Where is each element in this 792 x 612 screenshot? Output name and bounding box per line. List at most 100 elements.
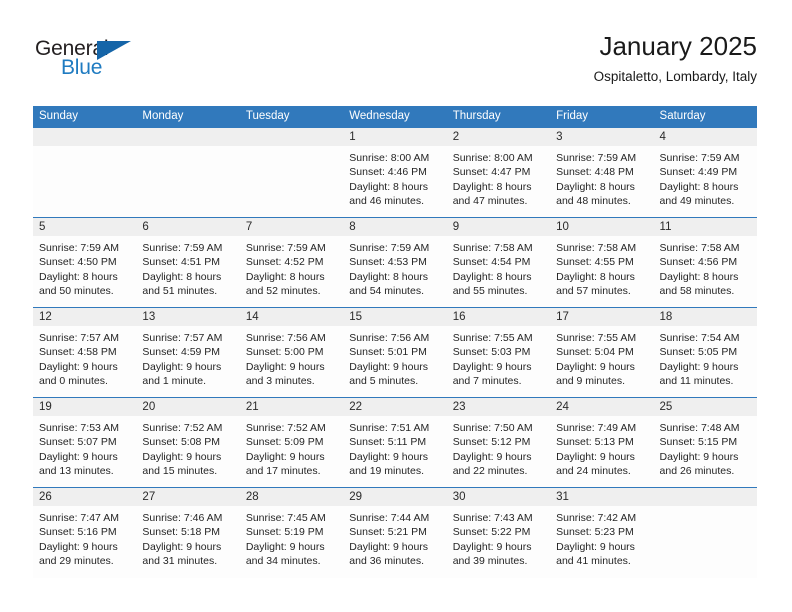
- day-details: Sunrise: 7:44 AM Sunset: 5:21 PM Daylight:…: [343, 506, 446, 569]
- day-number: [653, 488, 757, 506]
- location-subtitle: Ospitaletto, Lombardy, Italy: [593, 69, 757, 84]
- day-details: Sunrise: 7:59 AM Sunset: 4:48 PM Daylight:…: [550, 146, 653, 209]
- daylight-line: Daylight: 9 hours: [349, 450, 429, 463]
- calendar-body: 1 Sunrise: 8:00 AM Sunset: 4:46 PM Daylight…: [33, 127, 757, 578]
- calendar-day-cell[interactable]: 28 Sunrise: 7:45 AM Sunset: 5:19 PM Dayligh…: [239, 487, 344, 578]
- sunrise-line: Sunrise: 7:53 AM: [39, 422, 119, 434]
- daylight-line: Daylight: 9 hours: [142, 450, 222, 463]
- daylight-line-cont: and 7 minutes.: [452, 375, 522, 388]
- sunset-line: Sunset: 4:56 PM: [659, 256, 738, 269]
- day-details: Sunrise: 7:58 AM Sunset: 4:55 PM Daylight:…: [550, 236, 653, 299]
- calendar-day-cell[interactable]: 3 Sunrise: 7:59 AM Sunset: 4:48 PM Daylight…: [550, 127, 654, 218]
- daylight-line-cont: and 9 minutes.: [556, 375, 625, 388]
- weekday-header-sunday: Sunday: [33, 106, 137, 128]
- calendar-day-cell[interactable]: 17 Sunrise: 7:55 AM Sunset: 5:04 PM Dayligh…: [550, 307, 654, 398]
- calendar-day-cell[interactable]: 19 Sunrise: 7:53 AM Sunset: 5:07 PM Dayligh…: [33, 397, 137, 488]
- calendar-day-cell[interactable]: 31 Sunrise: 7:42 AM Sunset: 5:23 PM Dayligh…: [550, 487, 654, 578]
- calendar-day-cell[interactable]: 8 Sunrise: 7:59 AM Sunset: 4:53 PM Daylight…: [343, 217, 447, 308]
- calendar-day-cell[interactable]: 13 Sunrise: 7:57 AM Sunset: 4:59 PM Dayligh…: [136, 307, 240, 398]
- daylight-line-cont: and 11 minutes.: [659, 375, 734, 388]
- day-number: 16: [446, 308, 551, 326]
- calendar-day-cell[interactable]: 7 Sunrise: 7:59 AM Sunset: 4:52 PM Daylight…: [239, 217, 344, 308]
- day-details: Sunrise: 7:46 AM Sunset: 5:18 PM Daylight:…: [136, 506, 239, 569]
- sunset-line: Sunset: 4:54 PM: [452, 256, 531, 269]
- sunrise-line: Sunrise: 7:52 AM: [142, 422, 223, 434]
- weekday-header-friday: Friday: [550, 106, 654, 128]
- sunrise-line: Sunrise: 7:49 AM: [556, 422, 637, 434]
- day-details: Sunrise: 7:47 AM Sunset: 5:16 PM Daylight:…: [33, 506, 136, 569]
- day-details: Sunrise: 7:56 AM Sunset: 5:00 PM Daylight:…: [240, 326, 343, 389]
- calendar-day-cell[interactable]: 10 Sunrise: 7:58 AM Sunset: 4:55 PM Dayligh…: [550, 217, 654, 308]
- weekday-header-saturday: Saturday: [653, 106, 757, 128]
- sunrise-line: Sunrise: 8:00 AM: [349, 152, 430, 164]
- sunset-line: Sunset: 5:13 PM: [556, 436, 634, 449]
- calendar-week-row: 1 Sunrise: 8:00 AM Sunset: 4:46 PM Daylight…: [33, 127, 757, 218]
- calendar-day-cell[interactable]: 9 Sunrise: 7:58 AM Sunset: 4:54 PM Daylight…: [446, 217, 551, 308]
- weekday-header-thursday: Thursday: [446, 106, 551, 128]
- calendar-day-cell[interactable]: 23 Sunrise: 7:50 AM Sunset: 5:12 PM Dayligh…: [446, 397, 551, 488]
- daylight-line-cont: and 54 minutes.: [349, 285, 424, 298]
- sunset-line: Sunset: 5:23 PM: [556, 526, 634, 539]
- calendar-day-cell[interactable]: 2 Sunrise: 8:00 AM Sunset: 4:47 PM Daylight…: [446, 127, 551, 218]
- calendar-day-cell[interactable]: 26 Sunrise: 7:47 AM Sunset: 5:16 PM Dayligh…: [33, 487, 137, 578]
- day-details: Sunrise: 7:45 AM Sunset: 5:19 PM Daylight:…: [240, 506, 343, 569]
- calendar-day-cell[interactable]: 22 Sunrise: 7:51 AM Sunset: 5:11 PM Dayligh…: [343, 397, 447, 488]
- sunrise-line: Sunrise: 7:56 AM: [349, 332, 430, 344]
- calendar-day-cell[interactable]: 24 Sunrise: 7:49 AM Sunset: 5:13 PM Dayligh…: [550, 397, 654, 488]
- page-title: January 2025: [599, 31, 757, 61]
- calendar-day-cell[interactable]: 4 Sunrise: 7:59 AM Sunset: 4:49 PM Daylight…: [653, 127, 757, 218]
- day-number: [239, 128, 344, 146]
- sunrise-line: Sunrise: 7:58 AM: [452, 242, 533, 254]
- calendar-day-cell[interactable]: 16 Sunrise: 7:55 AM Sunset: 5:03 PM Dayligh…: [446, 307, 551, 398]
- sunrise-line: Sunrise: 7:44 AM: [349, 512, 430, 524]
- calendar-day-cell[interactable]: 21 Sunrise: 7:52 AM Sunset: 5:09 PM Dayligh…: [239, 397, 344, 488]
- sunset-line: Sunset: 5:22 PM: [452, 526, 531, 539]
- sunset-line: Sunset: 5:04 PM: [556, 346, 634, 359]
- calendar-day-cell[interactable]: 27 Sunrise: 7:46 AM Sunset: 5:18 PM Dayligh…: [136, 487, 240, 578]
- calendar-day-cell[interactable]: 18 Sunrise: 7:54 AM Sunset: 5:05 PM Dayligh…: [653, 307, 757, 398]
- sunset-line: Sunset: 4:58 PM: [39, 346, 117, 359]
- day-details: Sunrise: 7:51 AM Sunset: 5:11 PM Daylight:…: [343, 416, 446, 479]
- sunrise-line: Sunrise: 7:57 AM: [39, 332, 119, 344]
- day-details: [240, 146, 343, 151]
- day-number: 30: [446, 488, 551, 506]
- day-number: 22: [343, 398, 447, 416]
- calendar-day-cell[interactable]: 30 Sunrise: 7:43 AM Sunset: 5:22 PM Dayligh…: [446, 487, 551, 578]
- daylight-line: Daylight: 9 hours: [452, 360, 532, 373]
- daylight-line: Daylight: 8 hours: [659, 180, 739, 193]
- calendar-day-cell[interactable]: 14 Sunrise: 7:56 AM Sunset: 5:00 PM Dayligh…: [239, 307, 344, 398]
- daylight-line-cont: and 55 minutes.: [452, 285, 528, 298]
- sunset-line: Sunset: 5:09 PM: [245, 436, 324, 449]
- sunrise-line: Sunrise: 7:55 AM: [452, 332, 533, 344]
- daylight-line: Daylight: 9 hours: [659, 360, 739, 373]
- day-number: 1: [343, 128, 447, 146]
- day-number: 19: [33, 398, 137, 416]
- day-number: 31: [550, 488, 654, 506]
- sunrise-line: Sunrise: 7:59 AM: [39, 242, 119, 254]
- daylight-line-cont: and 29 minutes.: [39, 555, 114, 568]
- daylight-line-cont: and 13 minutes.: [39, 465, 114, 478]
- daylight-line-cont: and 26 minutes.: [659, 465, 735, 478]
- daylight-line-cont: and 1 minute.: [142, 375, 207, 388]
- sunrise-line: Sunrise: 7:47 AM: [39, 512, 119, 524]
- calendar-day-cell[interactable]: 5 Sunrise: 7:59 AM Sunset: 4:50 PM Daylight…: [33, 217, 137, 308]
- sunset-line: Sunset: 4:50 PM: [39, 256, 117, 269]
- calendar-day-cell[interactable]: 12 Sunrise: 7:57 AM Sunset: 4:58 PM Dayligh…: [33, 307, 137, 398]
- calendar-day-cell[interactable]: 1 Sunrise: 8:00 AM Sunset: 4:46 PM Daylight…: [343, 127, 447, 218]
- day-details: Sunrise: 7:55 AM Sunset: 5:03 PM Daylight:…: [447, 326, 550, 389]
- day-number: 9: [446, 218, 551, 236]
- day-number: 14: [239, 308, 344, 326]
- calendar-day-cell[interactable]: 20 Sunrise: 7:52 AM Sunset: 5:08 PM Dayligh…: [136, 397, 240, 488]
- day-details: [654, 506, 757, 511]
- daylight-line-cont: and 5 minutes.: [349, 375, 419, 388]
- calendar-day-cell[interactable]: 11 Sunrise: 7:58 AM Sunset: 4:56 PM Dayligh…: [653, 217, 757, 308]
- calendar-day-cell[interactable]: 6 Sunrise: 7:59 AM Sunset: 4:51 PM Daylight…: [136, 217, 240, 308]
- calendar-day-cell[interactable]: 15 Sunrise: 7:56 AM Sunset: 5:01 PM Dayligh…: [343, 307, 447, 398]
- calendar-day-cell[interactable]: 25 Sunrise: 7:48 AM Sunset: 5:15 PM Dayligh…: [653, 397, 757, 488]
- calendar-day-cell[interactable]: 29 Sunrise: 7:44 AM Sunset: 5:21 PM Dayligh…: [343, 487, 447, 578]
- sunset-line: Sunset: 4:52 PM: [245, 256, 324, 269]
- daylight-line: Daylight: 9 hours: [245, 540, 325, 553]
- day-details: Sunrise: 7:56 AM Sunset: 5:01 PM Daylight:…: [343, 326, 446, 389]
- day-number: 15: [343, 308, 447, 326]
- daylight-line: Daylight: 9 hours: [659, 450, 739, 463]
